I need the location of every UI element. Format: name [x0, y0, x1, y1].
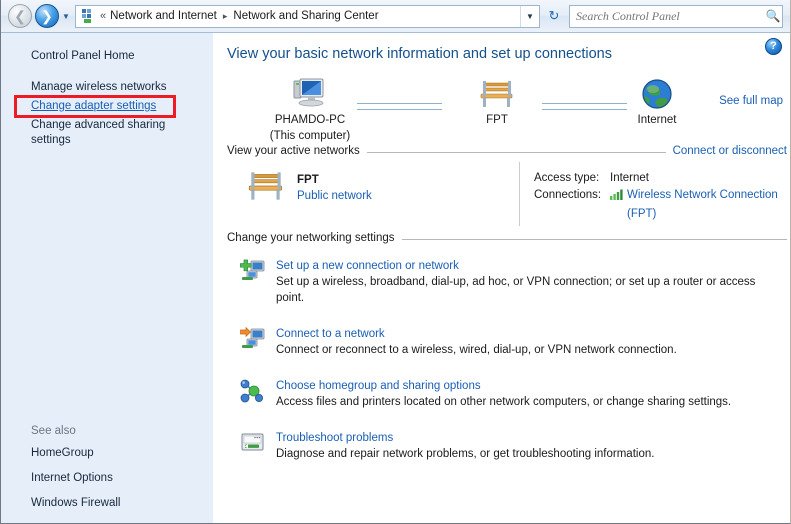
setting-title-link[interactable]: Troubleshoot problems — [276, 430, 787, 446]
sidebar-item-change-advanced-sharing-settings[interactable]: Change advanced sharing settings — [0, 116, 213, 150]
setting-text: Set up a new connection or network Set u… — [276, 258, 787, 306]
bench-network-icon — [442, 75, 552, 111]
active-network-type-link[interactable]: Public network — [297, 188, 372, 204]
setting-set-up-new-connection[interactable]: Set up a new connection or network Set u… — [227, 258, 787, 306]
see-full-map-link[interactable]: See full map — [719, 95, 783, 107]
add-connection-icon — [240, 258, 266, 285]
networking-settings-heading: Change your networking settings — [227, 232, 395, 244]
active-network-text: FPT Public network — [297, 173, 372, 204]
sidebar-item-control-panel-home[interactable]: Control Panel Home — [0, 47, 213, 66]
network-map-node-fpt-name: FPT — [486, 114, 508, 126]
active-network-name: FPT — [297, 174, 319, 186]
network-icon — [80, 8, 96, 24]
wireless-signal-icon — [610, 189, 624, 206]
wireless-network-connection-link[interactable]: Wireless Network Connection — [627, 189, 778, 201]
network-and-sharing-center-window: ❮ ❯ ▼ « Network and Internet ▸ Network a… — [0, 0, 791, 524]
back-button[interactable]: ❮ — [8, 4, 32, 28]
network-map: PHAMDO-PC (This computer) FPT Internet S… — [227, 75, 787, 142]
page-title: View your basic network information and … — [227, 46, 613, 62]
setting-description: Access files and printers located on oth… — [276, 396, 732, 408]
setting-title-link[interactable]: Set up a new connection or network — [276, 258, 787, 274]
sidebar-item-change-adapter-settings[interactable]: Change adapter settings — [0, 97, 213, 116]
setting-text: Troubleshoot problems Diagnose and repai… — [276, 430, 787, 462]
network-map-node-computer-sublabel: (This computer) — [269, 130, 351, 142]
forward-button[interactable]: ❯ — [35, 4, 59, 28]
address-bar: ❮ ❯ ▼ « Network and Internet ▸ Network a… — [0, 0, 791, 33]
refresh-icon: ↻ — [548, 8, 560, 23]
setting-connect-to-network[interactable]: Connect to a network Connect or reconnec… — [227, 326, 787, 358]
connect-network-icon — [240, 326, 266, 353]
connections-value-group: Wireless Network Connection — [610, 187, 778, 206]
connections-label: Connections: — [534, 189, 602, 201]
network-map-node-internet[interactable]: Internet — [602, 75, 712, 127]
wireless-network-connection-ssid[interactable]: (FPT) — [610, 206, 656, 223]
sidebar-content: Control Panel Home Manage wireless netwo… — [0, 33, 213, 524]
setting-description: Connect or reconnect to a wireless, wire… — [276, 344, 677, 356]
refresh-button[interactable]: ↻ — [543, 5, 565, 28]
active-network-identity: FPT Public network — [245, 168, 372, 209]
breadcrumb-item-network-and-sharing-center[interactable]: Network and Sharing Center — [232, 10, 379, 22]
section-rule — [401, 238, 787, 240]
setting-title-link[interactable]: Connect to a network — [276, 326, 787, 342]
search-input[interactable] — [570, 8, 764, 24]
network-map-node-fpt[interactable]: FPT — [442, 75, 552, 127]
connections-row-continued: (FPT) — [534, 206, 778, 223]
setting-description: Diagnose and repair network problems, or… — [276, 448, 655, 460]
connections-label-spacer — [534, 206, 610, 223]
back-arrow-icon: ❮ — [14, 8, 26, 24]
troubleshoot-icon — [240, 430, 266, 457]
see-also-heading: See also — [31, 425, 76, 437]
setting-text: Choose homegroup and sharing options Acc… — [276, 378, 787, 410]
connect-or-disconnect-link[interactable]: Connect or disconnect — [673, 145, 787, 157]
navigation-sidebar: Control Panel Home Manage wireless netwo… — [0, 33, 214, 524]
active-networks-section: View your active networks Connect or dis… — [227, 143, 787, 230]
access-type-row: Access type: Internet — [534, 170, 778, 187]
active-network-row: FPT Public network Access type: Internet… — [227, 162, 787, 230]
setting-title-link[interactable]: Choose homegroup and sharing options — [276, 378, 787, 394]
setting-description: Set up a wireless, broadband, dial-up, a… — [276, 276, 756, 304]
networking-settings-header: Change your networking settings — [227, 230, 787, 246]
active-network-details: Access type: Internet Connections: Wirel… — [534, 170, 778, 223]
connections-row: Connections: Wireless Network Connection — [534, 187, 778, 206]
help-icon[interactable]: ? — [765, 38, 782, 55]
active-networks-heading: View your active networks — [227, 145, 360, 157]
network-map-node-computer[interactable]: PHAMDO-PC (This computer) — [255, 75, 365, 143]
search-box[interactable]: 🔍 — [569, 4, 783, 28]
sidebar-item-homegroup[interactable]: HomeGroup — [0, 441, 213, 466]
active-networks-header: View your active networks Connect or dis… — [227, 143, 787, 159]
homegroup-icon — [240, 378, 266, 405]
history-dropdown-button[interactable]: ▼ — [59, 5, 73, 27]
see-also-section: See also HomeGroup Internet Options Wind… — [0, 422, 213, 516]
network-map-node-internet-name: Internet — [637, 114, 677, 126]
breadcrumb-dropdown-button[interactable]: ▼ — [520, 5, 539, 27]
active-network-divider — [519, 162, 520, 226]
search-icon[interactable]: 🔍 — [764, 9, 782, 23]
sidebar-item-windows-firewall[interactable]: Windows Firewall — [0, 491, 213, 516]
sidebar-item-manage-wireless-networks[interactable]: Manage wireless networks — [0, 78, 213, 97]
setting-text: Connect to a network Connect or reconnec… — [276, 326, 787, 358]
setting-choose-homegroup[interactable]: Choose homegroup and sharing options Acc… — [227, 378, 787, 410]
breadcrumb-item-network-and-internet[interactable]: Network and Internet — [109, 10, 218, 22]
breadcrumb-separator-icon: ▸ — [222, 10, 228, 21]
access-type-label: Access type: — [534, 172, 600, 184]
network-map-node-computer-name: PHAMDO-PC — [274, 114, 346, 126]
chevron-down-icon: ▼ — [62, 11, 70, 21]
setting-troubleshoot-problems[interactable]: Troubleshoot problems Diagnose and repai… — [227, 430, 787, 462]
section-rule — [366, 151, 666, 153]
sidebar-item-internet-options[interactable]: Internet Options — [0, 466, 213, 491]
computer-icon — [255, 75, 365, 111]
breadcrumb-overflow-button[interactable]: « — [99, 10, 109, 22]
breadcrumb-bar[interactable]: « Network and Internet ▸ Network and Sha… — [75, 4, 540, 28]
access-type-value: Internet — [610, 172, 649, 184]
content-pane: ? View your basic network information an… — [215, 33, 791, 524]
globe-icon — [602, 75, 712, 111]
window-body: Control Panel Home Manage wireless netwo… — [0, 33, 791, 524]
network-map-link-1 — [357, 103, 442, 110]
forward-arrow-icon: ❯ — [41, 8, 53, 24]
networking-settings-section: Change your networking settings Set up a… — [227, 230, 787, 462]
bench-network-icon — [245, 168, 287, 209]
